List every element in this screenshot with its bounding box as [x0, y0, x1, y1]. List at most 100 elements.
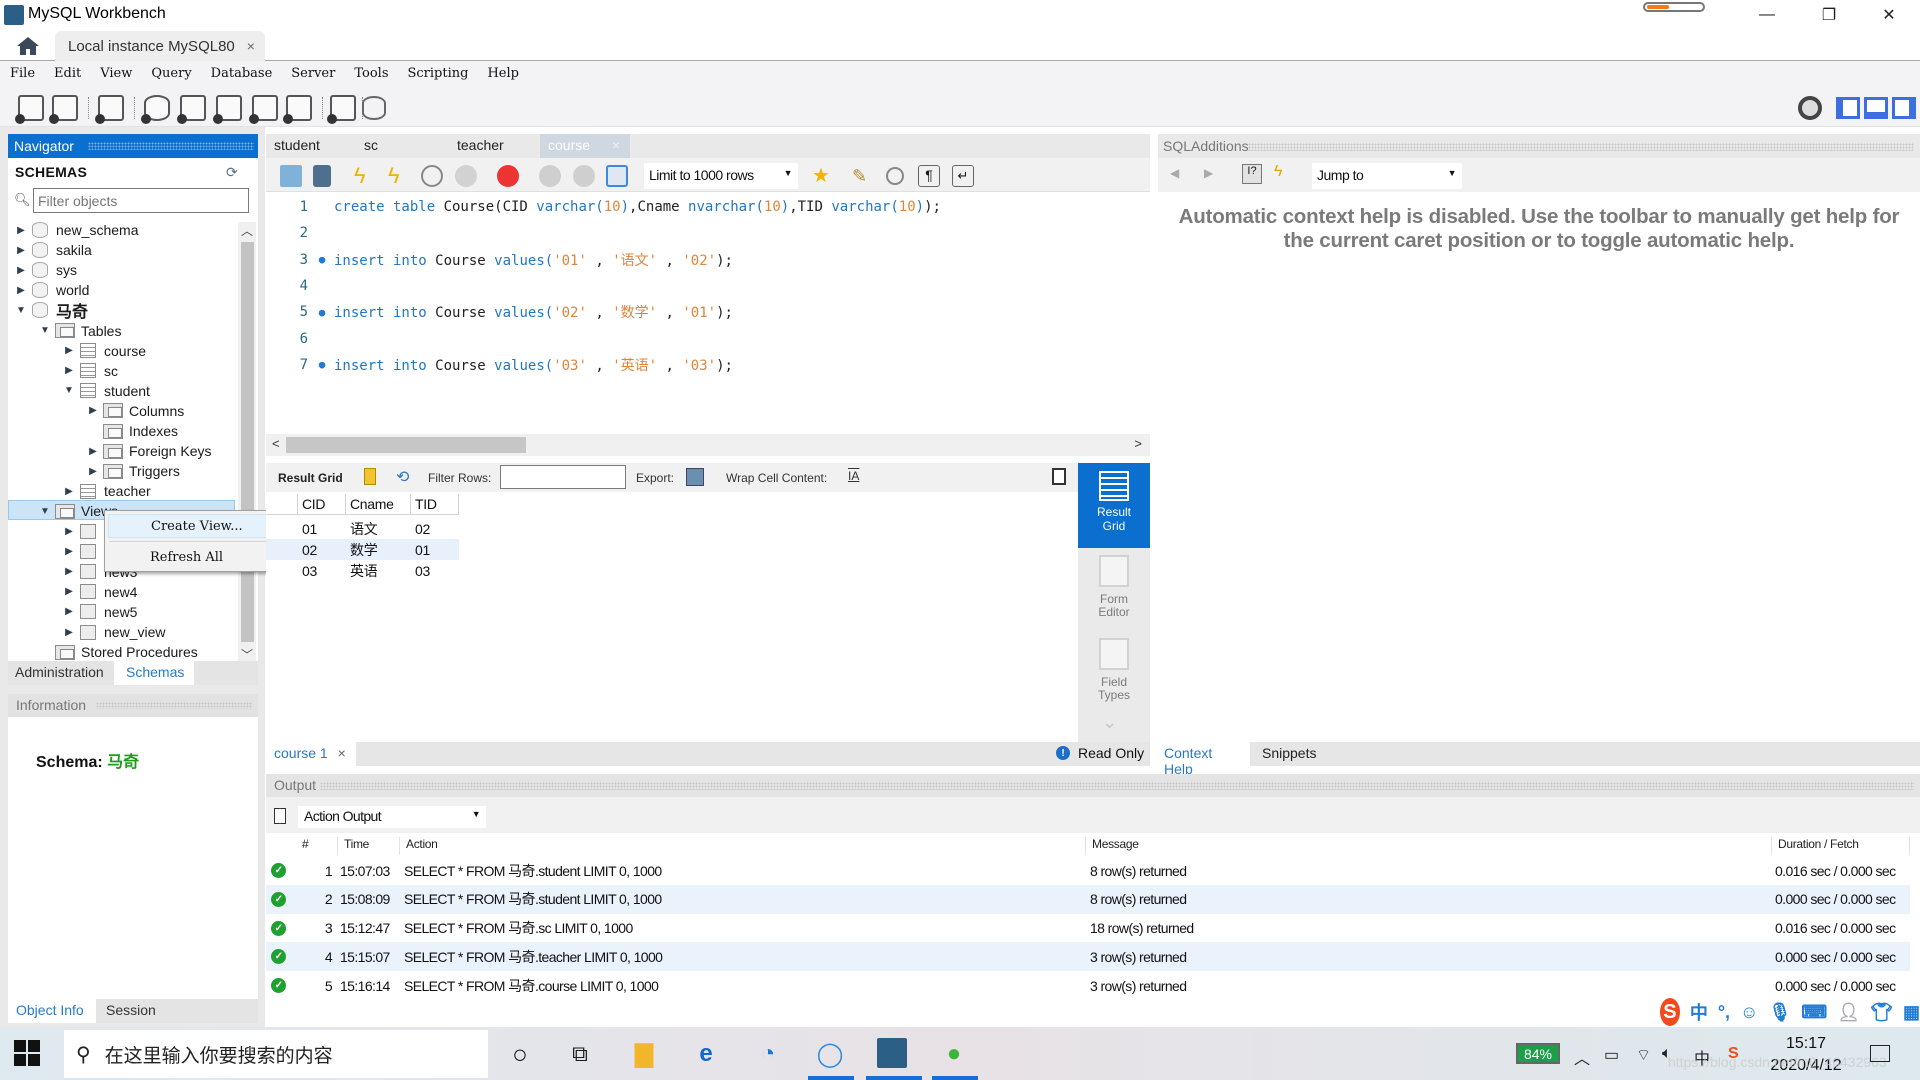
expand-arrow-icon[interactable]: ▶: [62, 586, 76, 597]
tree-item[interactable]: ▶ world: [14, 280, 89, 300]
expand-arrow-icon[interactable]: ▶: [62, 566, 76, 577]
skin-icon[interactable]: 👕︎: [1870, 1002, 1893, 1023]
new-sql-tab-icon[interactable]: [15, 95, 44, 124]
grid-cell[interactable]: 01: [298, 518, 346, 539]
home-tab[interactable]: [10, 34, 46, 58]
code-line[interactable]: 1 create table Course(CID varchar(10),Cna…: [266, 194, 941, 220]
editor-tab-teacher[interactable]: teacher: [449, 134, 512, 158]
output-row[interactable]: ✓ 4 15:15:07 SELECT * FROM 马奇.teacher LIMIT…: [266, 942, 1910, 972]
result-grid-button[interactable]: Result Grid: [1078, 463, 1150, 548]
expand-arrow-icon[interactable]: ▶: [14, 285, 28, 296]
code-line[interactable]: 3 ● insert into Course values('01' , '语文' …: [266, 247, 733, 273]
grid-cell[interactable]: 02: [298, 539, 346, 560]
field-types-button[interactable]: Field Types: [1078, 638, 1150, 702]
back-arrow-icon[interactable]: ◀: [1170, 166, 1179, 180]
execute-icon[interactable]: ϟ: [354, 165, 376, 187]
menu-tools[interactable]: Tools: [354, 66, 388, 81]
stop-icon[interactable]: [455, 165, 477, 187]
browser-icon[interactable]: ◯: [812, 1038, 848, 1070]
preferences-gear-icon[interactable]: [1798, 96, 1822, 120]
grid-cell[interactable]: 01: [411, 539, 459, 560]
expand-arrow-icon[interactable]: ▶: [14, 245, 28, 256]
tab-context-help[interactable]: Context Help: [1158, 742, 1250, 777]
user-icon[interactable]: 👤︎: [1837, 1002, 1860, 1023]
connection-tab[interactable]: Local instance MySQL80 ×: [55, 31, 265, 61]
editor-tab-course[interactable]: course ×: [540, 134, 630, 158]
keyboard-icon[interactable]: ⌨: [1801, 1002, 1827, 1023]
wifi-icon[interactable]: ⌔: [1636, 1045, 1651, 1065]
col-header-time[interactable]: Time: [338, 837, 400, 855]
commit-icon[interactable]: [539, 165, 561, 187]
expand-arrow-icon[interactable]: ▶: [62, 526, 76, 537]
task-view-icon[interactable]: ⧉: [562, 1038, 598, 1070]
grid-cell[interactable]: 02: [411, 518, 459, 539]
autocommit-toggle-icon[interactable]: [606, 165, 628, 187]
tree-scrollbar[interactable]: ︿ ﹀: [238, 222, 256, 662]
collapse-arrow-icon[interactable]: ▼: [38, 325, 52, 336]
execute-current-statement-icon[interactable]: ϟ: [388, 165, 410, 187]
scroll-left-icon[interactable]: <: [272, 436, 280, 451]
reconnect-icon[interactable]: [362, 96, 386, 120]
close-button[interactable]: ✕: [1860, 0, 1918, 30]
clock-app-icon[interactable]: ◔: [750, 1038, 786, 1070]
grid-cell[interactable]: 语文: [346, 518, 411, 539]
grid-cell[interactable]: 03: [298, 560, 346, 581]
tree-item[interactable]: ▼ student: [62, 381, 150, 401]
code-line[interactable]: 2: [266, 220, 334, 246]
col-header-duration[interactable]: Duration / Fetch: [1772, 837, 1910, 855]
taskbar-search-box[interactable]: ⚲ 在这里输入你要搜索的内容: [64, 1030, 488, 1078]
scrollbar-thumb[interactable]: [286, 437, 526, 453]
tree-item[interactable]: ▼ Tables: [38, 321, 121, 341]
expand-arrow-icon[interactable]: ▶: [62, 365, 76, 376]
toggle-secondary-sidebar-icon[interactable]: [1892, 97, 1916, 119]
tab-schemas[interactable]: Schemas: [114, 661, 194, 685]
emoji-icon[interactable]: ☺: [1740, 1002, 1758, 1023]
create-schema-icon[interactable]: [141, 95, 170, 124]
open-sql-script-icon[interactable]: [49, 95, 78, 124]
code-line[interactable]: 6: [266, 326, 334, 352]
tree-item[interactable]: ▶ new5: [62, 602, 137, 622]
column-header[interactable]: Cname: [346, 494, 411, 515]
battery-percent-widget[interactable]: 84%: [1516, 1043, 1560, 1064]
editor-horizontal-scrollbar[interactable]: < >: [266, 434, 1150, 456]
output-row[interactable]: ✓ 3 15:12:47 SELECT * FROM 马奇.sc LIMIT 0, 1…: [266, 914, 1910, 943]
tree-item[interactable]: ▶ new_schema: [14, 220, 139, 240]
filter-rows-input[interactable]: [500, 465, 626, 489]
column-header[interactable]: TID: [411, 494, 459, 515]
start-button[interactable]: [14, 1040, 42, 1068]
tree-item[interactable]: ▶ sys: [14, 260, 77, 280]
search-table-data-icon[interactable]: [327, 95, 356, 124]
expand-arrow-icon[interactable]: ▶: [86, 466, 100, 477]
scroll-up-icon[interactable]: ︿: [241, 222, 253, 239]
beautify-broom-icon[interactable]: ✎: [852, 165, 874, 187]
jump-to-select[interactable]: Jump to ▼: [1312, 163, 1462, 189]
add-snippet-star-icon[interactable]: ★: [812, 165, 834, 187]
tree-item[interactable]: ▶: [62, 542, 104, 562]
expand-arrow-icon[interactable]: ▶: [14, 225, 28, 236]
create-view-icon[interactable]: [213, 95, 242, 124]
collapse-arrow-icon[interactable]: ▼: [38, 506, 52, 517]
close-tab-icon[interactable]: ×: [338, 745, 346, 761]
wechat-icon[interactable]: ●: [936, 1038, 972, 1070]
tab-session[interactable]: Session: [96, 999, 166, 1023]
output-row[interactable]: ✓ 1 15:07:03 SELECT * FROM 马奇.student LIMIT…: [266, 856, 1910, 885]
grid-columns-icon[interactable]: [364, 468, 376, 485]
tree-item[interactable]: ▶ Columns: [86, 401, 184, 421]
battery-icon[interactable]: ▭: [1604, 1045, 1619, 1065]
tree-item[interactable]: ▶ Foreign Keys: [86, 441, 211, 461]
code-line[interactable]: 5 ● insert into Course values('02' , '数学' …: [266, 299, 733, 325]
column-header[interactable]: CID: [298, 494, 346, 515]
scrollbar-thumb[interactable]: [241, 242, 254, 642]
grid-cell[interactable]: 数学: [346, 539, 411, 560]
word-wrap-icon[interactable]: ↵: [952, 165, 974, 187]
editor-tab-student[interactable]: student: [266, 134, 328, 158]
menu-database[interactable]: Database: [211, 66, 273, 81]
expand-arrow-icon[interactable]: ▶: [62, 606, 76, 617]
menu-help[interactable]: Help: [487, 66, 519, 81]
restore-button[interactable]: ❐: [1800, 0, 1858, 30]
output-mode-select[interactable]: Action Output ▼: [298, 806, 486, 828]
notification-center-icon[interactable]: [1870, 1045, 1890, 1062]
expand-arrow-icon[interactable]: ▶: [62, 486, 76, 497]
explain-icon[interactable]: [421, 165, 443, 187]
tree-item[interactable]: Stored Procedures: [38, 642, 198, 662]
